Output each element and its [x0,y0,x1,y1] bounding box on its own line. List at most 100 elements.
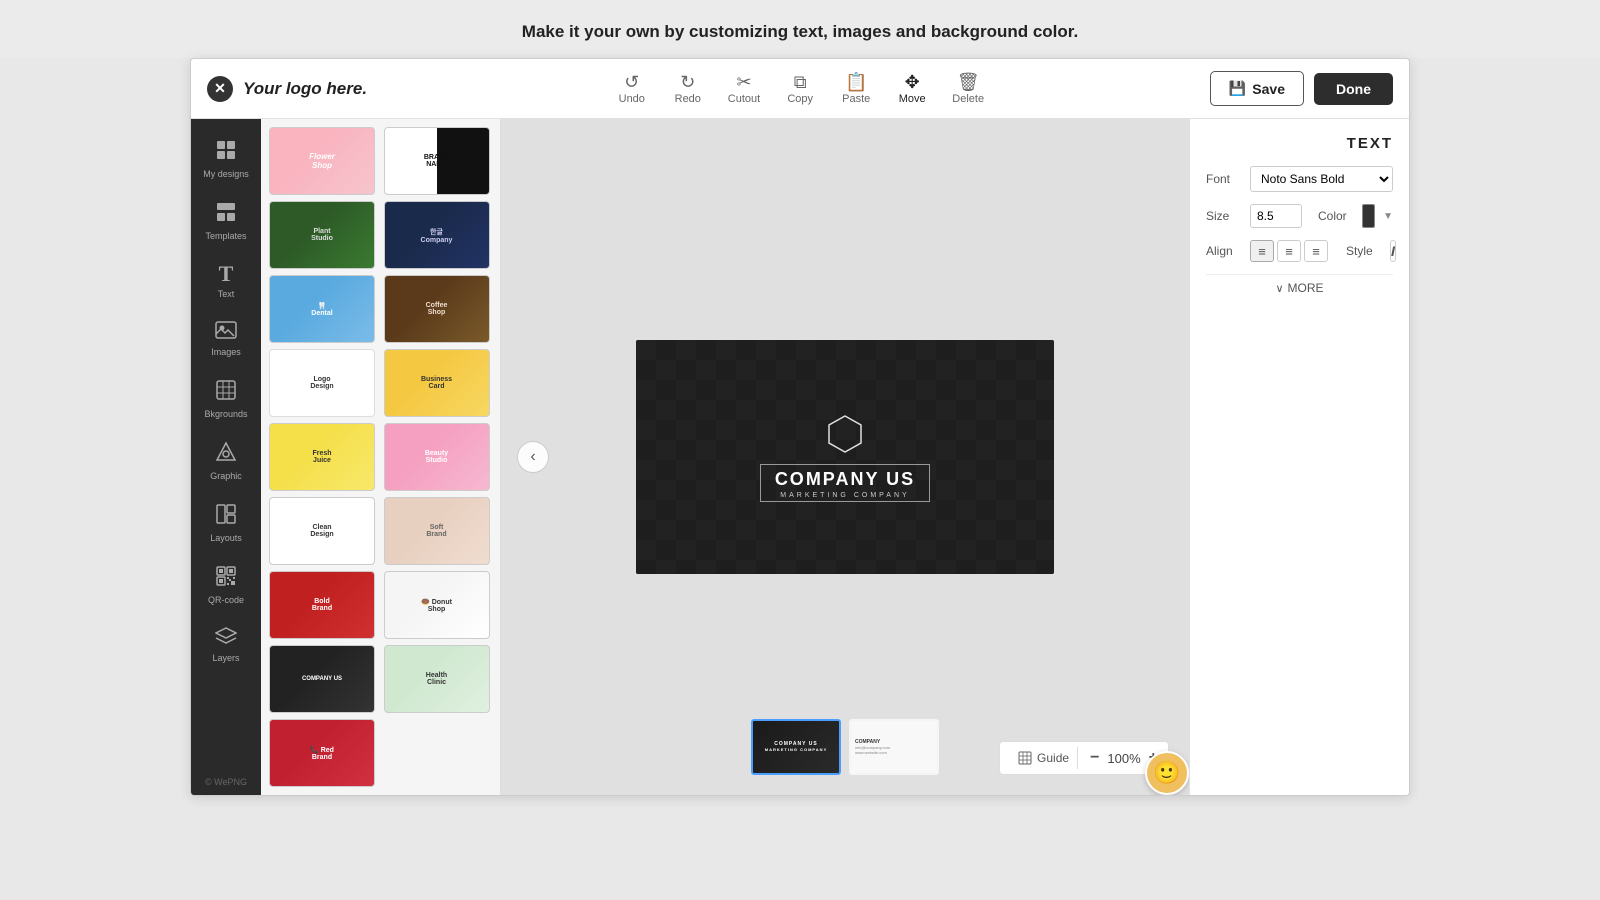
size-input[interactable] [1250,204,1302,228]
avatar-icon: 🙂 [1153,760,1180,786]
template-card[interactable]: FreshJuice [269,423,375,491]
banner-text: Make it your own by customizing text, im… [522,22,1078,41]
layers-icon [215,627,237,649]
zoom-level: 100% [1107,751,1140,766]
template-card[interactable]: BusinessCard [384,349,490,417]
template-card[interactable]: 🍩 DonutShop [384,571,490,639]
cutout-icon: ✂ [736,73,751,91]
sidebar-label-layouts: Layouts [210,533,242,543]
undo-button[interactable]: ↺ Undo [606,67,658,111]
more-label: MORE [1288,281,1324,295]
template-card[interactable]: BeautyStudio [384,423,490,491]
toolbar-center: ↺ Undo ↻ Redo ✂ Cutout ⧉ Copy 📋 Paste ✥ … [427,67,1173,111]
sidebar-label-backgrounds: Bkgrounds [204,409,247,419]
thumbnail-strip: COMPANY USMARKETING COMPANY COMPANY info… [751,719,939,775]
sidebar-item-backgrounds[interactable]: Bkgrounds [195,369,257,429]
save-icon: 💾 [1229,80,1246,97]
hexagon-icon [823,412,867,456]
sidebar-item-graphic[interactable]: Graphic [195,431,257,491]
template-card[interactable]: 한글Company [384,201,490,269]
template-card[interactable]: COMPANY US [269,645,375,713]
redo-button[interactable]: ↻ Redo [662,67,714,111]
graphic-icon [215,441,237,467]
template-card[interactable]: LogoDesign [269,349,375,417]
sidebar-label-graphic: Graphic [210,471,242,481]
images-icon [215,321,237,343]
banner: Make it your own by customizing text, im… [0,0,1600,58]
sidebar-item-qr-code[interactable]: QR-code [195,555,257,615]
guide-button[interactable]: Guide [1010,747,1078,769]
template-card[interactable]: 📞 RedBrand [269,719,375,787]
save-button[interactable]: 💾 Save [1210,71,1304,106]
delete-icon: 🗑 [957,73,980,91]
thumbnail-2[interactable]: COMPANY info@company.com www.website.com [849,719,939,775]
undo-icon: ↺ [624,73,639,91]
text-panel: TEXT Font Noto Sans Bold Size Color ▼ [1190,119,1409,795]
template-card[interactable]: 🦷Dental [269,275,375,343]
company-sub: MARKETING COMPANY [775,492,915,499]
template-card[interactable]: CoffeeShop [384,275,490,343]
font-row: Font Noto Sans Bold [1206,166,1393,192]
prev-button[interactable]: ‹ [517,441,549,473]
sidebar-item-images[interactable]: Images [195,311,257,367]
canvas-frame[interactable]: COMPANY US MARKETING COMPANY [636,340,1054,574]
sidebar-item-layers[interactable]: Layers [195,617,257,673]
sidebar-item-my-designs[interactable]: My designs [195,129,257,189]
logo-text: Your logo here. [243,79,367,99]
text-icon: T [219,263,234,285]
sidebar-item-text[interactable]: T Text [195,253,257,309]
color-arrow[interactable]: ▼ [1383,211,1393,222]
more-row[interactable]: ∨ MORE [1206,274,1393,301]
font-select[interactable]: Noto Sans Bold [1250,166,1393,192]
company-name: COMPANY US [775,469,915,490]
canvas-area: ‹ COMPANY US MARKETING COMPANY [501,119,1189,795]
more-chevron-icon: ∨ [1275,282,1283,295]
template-card[interactable]: SoftBrand [384,497,490,565]
main-area: My designs Templates T Text Images [191,119,1409,795]
thumb1-text: COMPANY USMARKETING COMPANY [761,737,831,757]
toolbar-right: 💾 Save Done [1173,71,1393,106]
thumbnail-1[interactable]: COMPANY USMARKETING COMPANY [751,719,841,775]
template-card[interactable]: BRANDNAME [384,127,490,195]
layouts-icon [215,503,237,529]
templates-panel[interactable]: FlowerShop BRANDNAME PlantStudio 한글Compa… [261,119,501,795]
redo-icon: ↻ [680,73,695,91]
logo-area: ✕ Your logo here. [207,76,427,102]
sidebar-label-layers: Layers [212,653,239,663]
italic-button[interactable]: I [1390,240,1396,262]
sidebar-item-templates[interactable]: Templates [195,191,257,251]
color-swatch[interactable] [1362,204,1375,228]
backgrounds-icon [215,379,237,405]
templates-grid: FlowerShop BRANDNAME PlantStudio 한글Compa… [261,119,500,795]
style-label: Style [1346,244,1382,258]
move-button[interactable]: ✥ Move [886,67,938,111]
company-text-box[interactable]: COMPANY US MARKETING COMPANY [760,464,930,502]
delete-button[interactable]: 🗑 Delete [942,67,994,111]
template-card[interactable]: FlowerShop [269,127,375,195]
align-buttons: ≡ ≡ ≡ [1250,240,1328,262]
align-style-row: Align ≡ ≡ ≡ Style I [1206,240,1393,262]
font-label: Font [1206,172,1242,186]
close-button[interactable]: ✕ [207,76,233,102]
done-button[interactable]: Done [1314,73,1393,105]
template-card[interactable]: BoldBrand [269,571,375,639]
toolbar: ✕ Your logo here. ↺ Undo ↻ Redo ✂ Cutout… [191,59,1409,119]
copy-button[interactable]: ⧉ Copy [774,67,826,111]
align-center-button[interactable]: ≡ [1277,240,1301,262]
avatar-button[interactable]: 🙂 [1145,751,1189,795]
template-card[interactable]: PlantStudio [269,201,375,269]
sidebar-label-templates: Templates [205,231,246,241]
template-card[interactable]: CleanDesign [269,497,375,565]
align-left-button[interactable]: ≡ [1250,240,1274,262]
zoom-bar: Guide − 100% + [999,741,1169,775]
zoom-out-button[interactable]: − [1090,750,1099,766]
align-label: Align [1206,244,1242,258]
paste-button[interactable]: 📋 Paste [830,67,882,111]
sidebar-item-layouts[interactable]: Layouts [195,493,257,553]
template-card[interactable]: HealthClinic [384,645,490,713]
my-designs-icon [215,139,237,165]
align-right-button[interactable]: ≡ [1304,240,1328,262]
panel-title: TEXT [1206,135,1393,152]
right-panel: TEXT Font Noto Sans Bold Size Color ▼ [1189,119,1409,795]
cutout-button[interactable]: ✂ Cutout [718,67,770,111]
